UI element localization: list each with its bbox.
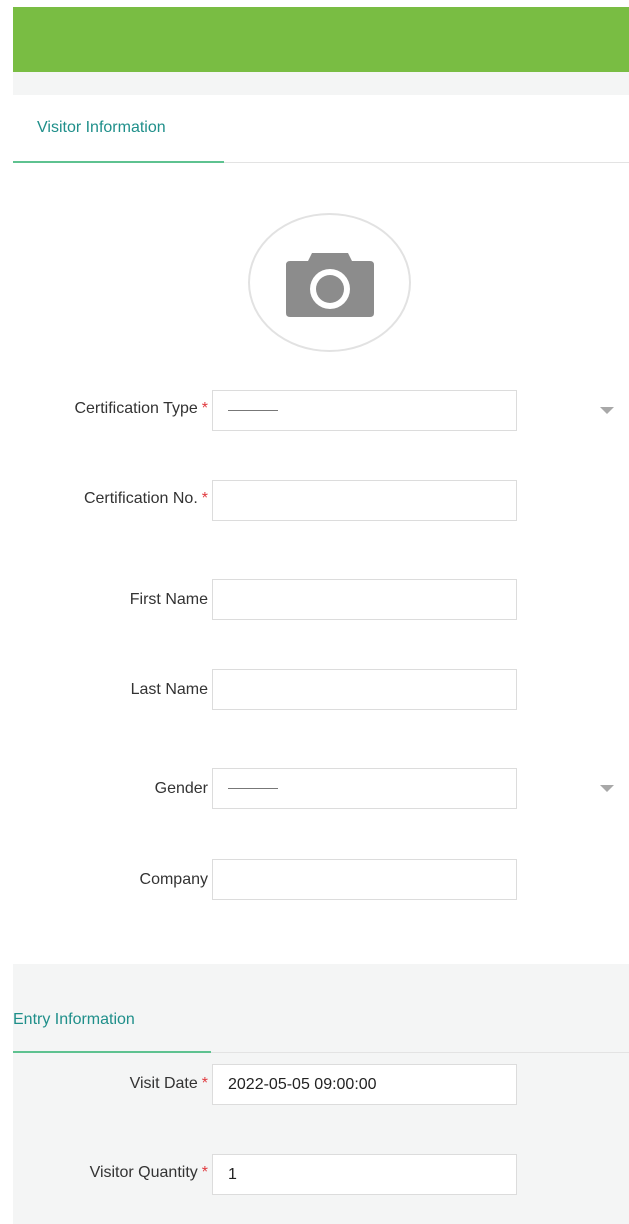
chevron-down-icon[interactable]	[600, 407, 614, 414]
visitor-quantity-input[interactable]: 1	[212, 1154, 517, 1195]
camera-icon	[285, 252, 374, 317]
required-mark: *	[201, 490, 208, 507]
entry-tabbar: Entry Information	[13, 988, 629, 1053]
required-mark: *	[201, 1164, 208, 1181]
company-label: Company	[139, 871, 208, 888]
last-name-input[interactable]	[212, 669, 517, 710]
gender-value	[228, 788, 278, 789]
gender-select[interactable]	[212, 768, 517, 809]
first-name-label: First Name	[129, 591, 208, 608]
tab-visitor-information[interactable]: Visitor Information	[13, 95, 224, 163]
header-spacer	[13, 72, 629, 95]
visit-date-input[interactable]: 2022-05-05 09:00:00	[212, 1064, 517, 1105]
header-bar	[13, 7, 629, 72]
gender-label: Gender	[154, 780, 208, 797]
last-name-label: Last Name	[130, 681, 208, 698]
chevron-down-icon[interactable]	[600, 785, 614, 792]
certification-type-select[interactable]	[212, 390, 517, 431]
visitor-quantity-label: Visitor Quantity *	[89, 1164, 208, 1181]
certification-type-value	[228, 410, 278, 411]
tab-entry-information-label: Entry Information	[13, 1010, 135, 1028]
visit-date-value: 2022-05-05 09:00:00	[228, 1075, 377, 1093]
visitor-tabbar: Visitor Information	[13, 95, 629, 163]
company-input[interactable]	[212, 859, 517, 900]
tab-visitor-information-label: Visitor Information	[37, 119, 166, 136]
certification-type-label: Certification Type *	[74, 400, 208, 417]
required-mark: *	[201, 400, 208, 417]
required-mark: *	[201, 1075, 208, 1092]
visitor-quantity-value: 1	[228, 1165, 237, 1183]
visit-date-label: Visit Date *	[129, 1075, 208, 1092]
certification-no-input[interactable]	[212, 480, 517, 521]
tab-entry-information[interactable]: Entry Information	[13, 988, 211, 1053]
certification-no-label: Certification No. *	[83, 490, 208, 507]
first-name-input[interactable]	[212, 579, 517, 620]
photo-upload-button[interactable]	[248, 213, 411, 352]
